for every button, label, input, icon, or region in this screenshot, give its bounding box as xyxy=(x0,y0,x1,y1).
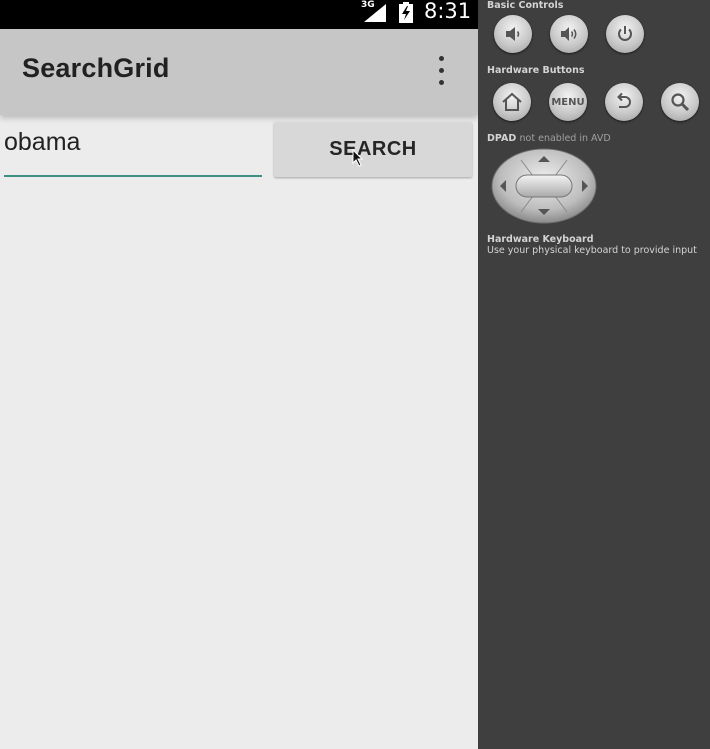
basic-controls-label: Basic Controls xyxy=(487,0,564,11)
menu-button[interactable]: MENU xyxy=(549,83,587,121)
status-bar: 3G 8:31 xyxy=(0,0,478,29)
search-button[interactable]: SEARCH xyxy=(274,122,472,177)
power-icon xyxy=(618,26,632,41)
mouse-cursor-icon xyxy=(352,149,364,167)
dpad-status: not enabled in AVD xyxy=(519,133,611,144)
back-icon xyxy=(617,92,631,108)
home-button[interactable] xyxy=(493,83,531,121)
keyboard-hint: Use your physical keyboard to provide in… xyxy=(487,245,697,256)
volume-down-icon xyxy=(506,27,520,41)
volume-up-button[interactable] xyxy=(550,15,588,53)
emulator-screen: 3G 8:31 SearchGrid SEARCH xyxy=(0,0,478,749)
dpad-control[interactable] xyxy=(491,148,597,224)
dpad-label-text: DPAD xyxy=(487,133,517,144)
keyboard-label: Hardware Keyboard xyxy=(487,234,594,245)
dpad-label: DPAD not enabled in AVD xyxy=(487,133,611,144)
home-icon xyxy=(502,92,522,111)
app-title: SearchGrid xyxy=(22,53,170,83)
search-hardware-button[interactable] xyxy=(661,83,699,121)
status-clock: 8:31 xyxy=(424,0,472,23)
emulator-controls-panel: Basic Controls Hardware Buttons MENU DPA… xyxy=(478,0,710,749)
overflow-menu-icon[interactable] xyxy=(431,54,451,88)
volume-down-button[interactable] xyxy=(494,15,532,53)
battery-charging-icon xyxy=(399,2,413,23)
hardware-buttons-label: Hardware Buttons xyxy=(487,65,585,76)
search-icon xyxy=(671,93,690,112)
search-input[interactable] xyxy=(4,124,262,177)
network-type: 3G xyxy=(361,0,375,10)
menu-button-label: MENU xyxy=(551,96,585,108)
volume-up-icon xyxy=(561,27,577,41)
power-button[interactable] xyxy=(606,15,644,53)
back-button[interactable] xyxy=(605,83,643,121)
app-bar: SearchGrid xyxy=(0,29,478,115)
